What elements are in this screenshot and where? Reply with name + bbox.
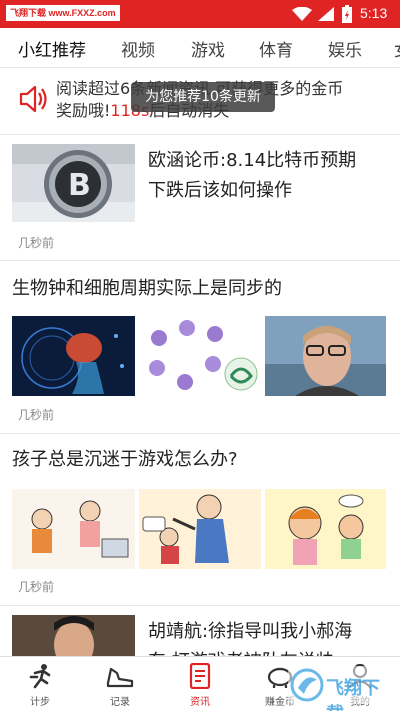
- watermark-logo: 飞翔下载 www.FXXZ.com: [6, 5, 120, 21]
- cartoon-thumbnail: [265, 489, 386, 569]
- site-watermark: 飞翔下载: [288, 666, 392, 711]
- article-title-line1: 欧涵论币:8.14比特币预期: [148, 150, 357, 171]
- tab-recommended[interactable]: 小红推荐: [18, 36, 86, 61]
- article-time: 几秒前: [18, 408, 55, 422]
- nav-label: 计步: [30, 697, 50, 708]
- tab-women[interactable]: 女: [394, 36, 400, 61]
- nav-records[interactable]: 记录: [85, 657, 155, 711]
- category-tabs: 小红推荐 视频 游戏 体育 娱乐 女: [0, 28, 400, 68]
- nav-news[interactable]: 资讯: [165, 657, 235, 711]
- svg-text:B: B: [68, 168, 91, 203]
- clock: 5:13: [360, 5, 388, 21]
- watermark-text: 飞翔下载: [326, 678, 380, 711]
- article-item[interactable]: 生物钟和细胞周期实际上是同步的 几秒前: [0, 262, 400, 434]
- article-title: 孩子总是沉迷于游戏怎么办?: [12, 449, 238, 470]
- player-thumbnail: [12, 615, 135, 656]
- nav-label: 资讯: [190, 697, 210, 708]
- battery-icon: [342, 5, 352, 23]
- running-icon: [29, 664, 51, 689]
- notice-line2-prefix: 奖励哦!: [56, 101, 111, 120]
- article-item[interactable]: 胡靖航:徐指导叫我小郝海 东,打游戏老被队友说帅: [0, 607, 400, 672]
- cartoon-thumbnail: [12, 489, 135, 569]
- article-item[interactable]: 孩子总是沉迷于游戏怎么办? 几秒前: [0, 435, 400, 606]
- nav-label: 记录: [110, 697, 130, 708]
- news-icon: [189, 663, 211, 689]
- article-item[interactable]: B 欧涵论币:8.14比特币预期 下跌后该如何操作 几秒前: [0, 136, 400, 261]
- portrait-thumbnail: [265, 316, 386, 396]
- status-bar: 飞翔下载 www.FXXZ.com 5:13: [0, 0, 400, 28]
- signal-icon: [318, 7, 334, 21]
- nav-steps[interactable]: 计步: [5, 657, 75, 711]
- tab-sports[interactable]: 体育: [259, 36, 293, 61]
- wifi-icon: [292, 7, 312, 21]
- article-time: 几秒前: [18, 580, 55, 594]
- refresh-toast: 为您推荐10条更新: [131, 82, 275, 112]
- article-title-line2: 下跌后该如何操作: [148, 180, 292, 201]
- tab-video[interactable]: 视频: [121, 36, 155, 61]
- article-title-line1: 胡靖航:徐指导叫我小郝海: [148, 621, 353, 642]
- tab-entertainment[interactable]: 娱乐: [328, 36, 362, 61]
- brain-thumbnail: [12, 316, 135, 396]
- article-title: 生物钟和细胞周期实际上是同步的: [12, 278, 282, 299]
- watermark-wing-icon: [290, 668, 324, 702]
- cartoon-thumbnail: [139, 489, 261, 569]
- speaker-icon: [19, 85, 47, 113]
- shoe-icon: [106, 667, 134, 688]
- bitcoin-thumbnail: B: [12, 144, 135, 222]
- tab-games[interactable]: 游戏: [191, 36, 225, 61]
- cell-cycle-thumbnail: [139, 316, 261, 396]
- article-time: 几秒前: [18, 236, 55, 250]
